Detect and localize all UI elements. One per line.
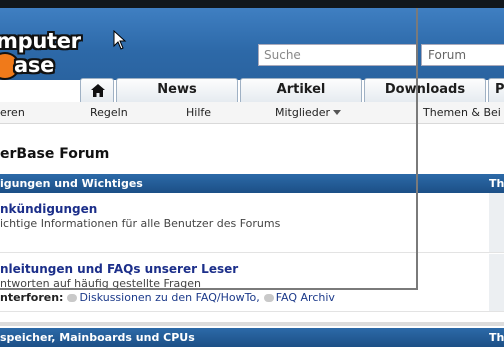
search-input[interactable]: Suche xyxy=(258,44,418,66)
subnav-item-regeln[interactable]: Regeln xyxy=(90,106,128,119)
section-divider xyxy=(0,322,504,326)
subforum-link[interactable]: FAQ Archiv xyxy=(276,291,335,304)
site-logo[interactable]: mputer ase xyxy=(0,30,86,84)
subnav-item-mitglieder[interactable]: Mitglieder xyxy=(275,106,341,119)
speech-bubble-icon xyxy=(67,294,78,302)
forum-description: ichtige Informationen für alle Benutzer … xyxy=(0,217,281,230)
search-scope-select[interactable]: Forum xyxy=(421,44,504,66)
forum-stats-cell xyxy=(489,254,504,311)
category-title: igungen und Wichtiges xyxy=(0,177,143,190)
subforum-label: nterforen: xyxy=(0,291,64,304)
site-header: mputer ase Suche Forum xyxy=(0,8,504,80)
forum-description: ntworten auf häufig gestellte Fragen xyxy=(0,277,202,290)
forum-stats-cell xyxy=(489,193,504,252)
category-threads-column: Th xyxy=(489,331,504,344)
tab-home[interactable] xyxy=(80,78,114,102)
forum-row: nleitungen und FAQs unserer Leser ntwort… xyxy=(0,254,504,312)
tab-more[interactable]: P xyxy=(488,78,504,102)
category-header[interactable]: igungen und Wichtiges Th xyxy=(0,174,504,193)
mouse-cursor-icon xyxy=(113,30,127,50)
subnav-item[interactable]: eren xyxy=(0,106,25,119)
logo-text-line1: mputer xyxy=(0,29,81,53)
subforum-list: nterforen: Diskussionen zu den FAQ/HowTo,… xyxy=(0,291,335,304)
subnav-item-mitglieder-label: Mitglieder xyxy=(275,106,330,119)
tab-artikel[interactable]: Artikel xyxy=(240,78,362,102)
subnav-item-hilfe[interactable]: Hilfe xyxy=(186,106,211,119)
subforum-link[interactable]: Diskussionen zu den FAQ/HowTo, xyxy=(79,291,259,304)
subnav-item-themen[interactable]: Themen & Bei xyxy=(423,106,501,119)
window-top-bar xyxy=(0,0,504,8)
tab-downloads[interactable]: Downloads xyxy=(364,78,486,102)
forum-row: nkündigungen ichtige Informationen für a… xyxy=(0,193,504,253)
home-icon xyxy=(91,84,105,97)
chevron-down-icon xyxy=(333,110,341,115)
category-title: speicher, Mainboards und CPUs xyxy=(0,331,195,344)
page-title: erBase Forum xyxy=(0,146,110,162)
logo-text-line2: ase xyxy=(14,53,55,77)
main-nav-tabs: News Artikel Downloads P xyxy=(0,78,504,102)
forum-title[interactable]: nleitungen und FAQs unserer Leser xyxy=(0,262,238,276)
category-threads-column: Th xyxy=(489,177,504,190)
sub-navigation: eren Regeln Hilfe Mitglieder Themen & Be… xyxy=(0,102,504,124)
category-header[interactable]: speicher, Mainboards und CPUs Th xyxy=(0,328,504,347)
speech-bubble-icon xyxy=(263,294,274,302)
forum-title[interactable]: nkündigungen xyxy=(0,202,97,216)
tab-news[interactable]: News xyxy=(116,78,238,102)
